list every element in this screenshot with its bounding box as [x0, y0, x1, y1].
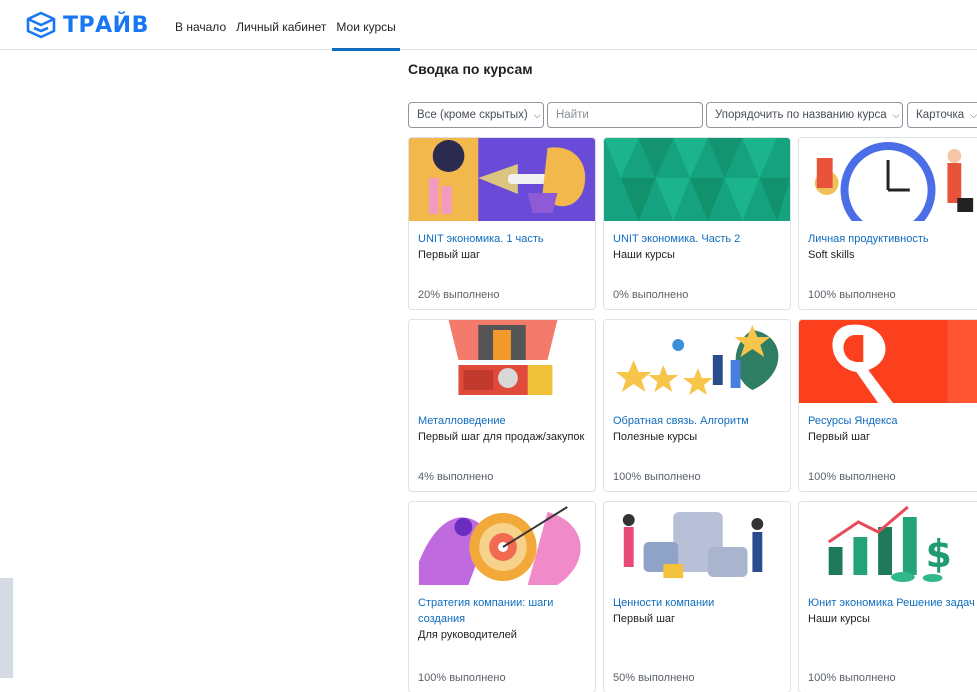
course-category: Наши курсы	[808, 613, 870, 625]
foundry-illustration[interactable]	[409, 320, 595, 403]
chevron-down-icon: ⌵	[533, 110, 541, 120]
course-progress: 4% выполнено	[418, 471, 494, 483]
course-name-link[interactable]: UNIT экономика. Часть 2	[613, 231, 781, 247]
course-category: Первый шаг для продаж/закупок	[418, 431, 585, 443]
course-name-link[interactable]: Личная продуктивность	[808, 231, 976, 247]
course-name-link[interactable]: Юнит экономика Решение задач	[808, 595, 976, 611]
view-dropdown-label: Карточка	[916, 109, 965, 122]
course-category: Наши курсы	[613, 249, 675, 261]
handshake-illustration[interactable]	[409, 138, 595, 221]
grouping-dropdown-label: Все (кроме скрытых)	[417, 109, 528, 122]
clock-illustration[interactable]	[799, 138, 977, 221]
grouping-dropdown[interactable]: Все (кроме скрытых) ⌵	[408, 102, 544, 128]
course-progress: 20% выполнено	[418, 289, 500, 301]
top-navbar: ТРАЙВ В начало Личный кабинет Мои курсы	[0, 0, 977, 51]
stars-feedback-illustration[interactable]	[604, 320, 790, 403]
brand-name: ТРАЙВ	[63, 12, 149, 38]
page-title: Сводка по курсам	[408, 61, 533, 77]
course-category: Для руководителей	[418, 629, 517, 641]
course-category: Первый шаг	[808, 431, 871, 443]
search-placeholder: Найти	[556, 109, 589, 121]
course-category: Полезные курсы	[613, 431, 698, 443]
green-pattern[interactable]	[604, 138, 790, 221]
nav-home[interactable]: В начало	[171, 0, 230, 50]
course-name-link[interactable]: Стратегия компании: шаги создания	[418, 595, 586, 627]
course-progress: 100% выполнено	[418, 672, 506, 684]
sort-dropdown[interactable]: Упорядочить по названию курса ⌵	[706, 102, 903, 128]
course-progress: 50% выполнено	[613, 672, 695, 684]
course-progress: 100% выполнено	[808, 289, 896, 301]
course-card[interactable]: UNIT экономика. 1 часть Первый шаг 20% в…	[408, 137, 596, 310]
nav-dashboard[interactable]: Личный кабинет	[232, 0, 330, 50]
course-card[interactable]: Обратная связь. Алгоритм Полезные курсы …	[603, 319, 791, 492]
course-name-link[interactable]: Металловедение	[418, 413, 586, 429]
target-illustration[interactable]	[409, 502, 595, 585]
puzzle-illustration[interactable]	[604, 502, 790, 585]
course-category: Первый шаг	[418, 249, 481, 261]
course-name-link[interactable]: Ресурсы Яндекса	[808, 413, 976, 429]
course-card[interactable]: Личная продуктивность Soft skills 100% в…	[798, 137, 977, 310]
finance-illustration[interactable]: $	[799, 502, 977, 585]
course-card[interactable]: Металловедение Первый шаг для продаж/зак…	[408, 319, 596, 492]
chevron-down-icon: ⌵	[970, 110, 977, 120]
course-category: Soft skills	[808, 249, 855, 261]
yandex-logo[interactable]	[799, 320, 977, 403]
brand-logo[interactable]: ТРАЙВ	[25, 11, 149, 39]
view-dropdown[interactable]: Карточка ⌵	[907, 102, 977, 128]
course-progress: 100% выполнено	[613, 471, 701, 483]
course-name-link[interactable]: Ценности компании	[613, 595, 781, 611]
svg-text:$: $	[926, 532, 952, 576]
course-filters: Все (кроме скрытых) ⌵ Найти Упорядочить п…	[408, 102, 977, 128]
nav-my-courses[interactable]: Мои курсы	[332, 0, 401, 51]
course-category: Первый шаг	[613, 613, 676, 625]
drawer-edge[interactable]	[0, 578, 13, 678]
course-card[interactable]: Ценности компании Первый шаг 50% выполне…	[603, 501, 791, 692]
course-progress: 100% выполнено	[808, 672, 896, 684]
course-card[interactable]: UNIT экономика. Часть 2 Наши курсы 0% вы…	[603, 137, 791, 310]
course-progress: 100% выполнено	[808, 471, 896, 483]
primary-navigation: В начало Личный кабинет Мои курсы	[171, 0, 402, 51]
course-card[interactable]: Ресурсы Яндекса Первый шаг 100% выполнен…	[798, 319, 977, 492]
sort-dropdown-label: Упорядочить по названию курса	[715, 109, 887, 122]
search-input[interactable]: Найти	[547, 102, 703, 128]
course-name-link[interactable]: UNIT экономика. 1 часть	[418, 231, 586, 247]
course-card[interactable]: $ Юнит экономика Решение задач Наши курс…	[798, 501, 977, 692]
course-name-link[interactable]: Обратная связь. Алгоритм	[613, 413, 781, 429]
chevron-down-icon: ⌵	[892, 110, 900, 120]
course-progress: 0% выполнено	[613, 289, 689, 301]
course-card[interactable]: Стратегия компании: шаги создания Для ру…	[408, 501, 596, 692]
brand-box-icon	[26, 11, 56, 39]
